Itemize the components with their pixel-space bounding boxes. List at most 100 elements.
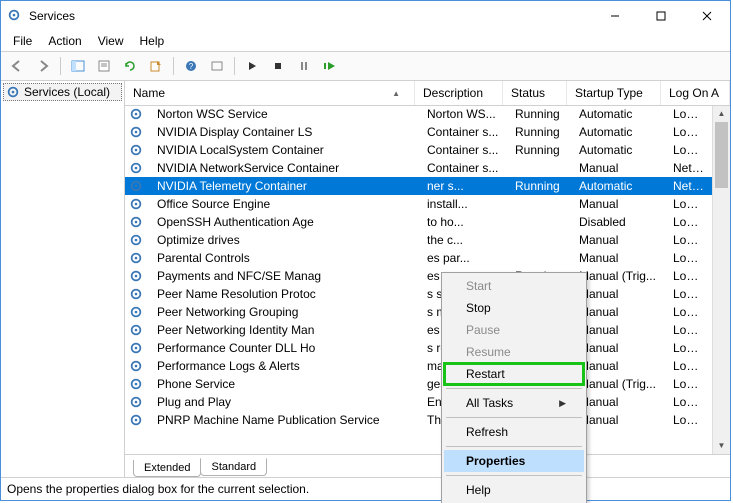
service-row[interactable]: Performance Counter DLL Hos rem...Manual… [125,339,712,357]
service-row[interactable]: NVIDIA Display Container LSContainer s..… [125,123,712,141]
cell-name: Payments and NFC/SE Manag [149,269,419,283]
minimize-button[interactable] [592,1,638,31]
service-row[interactable]: OpenSSH Authentication Ageto ho...Disabl… [125,213,712,231]
cell-name: Peer Networking Grouping [149,305,419,319]
cell-name: Performance Counter DLL Ho [149,341,419,355]
gear-icon [125,323,149,337]
cell-status: Running [507,125,571,139]
gear-icon [125,215,149,229]
export-icon[interactable] [144,54,168,78]
maximize-button[interactable] [638,1,684,31]
cell-logon: Local Ser [665,269,712,283]
cell-name: Parental Controls [149,251,419,265]
service-row[interactable]: Norton WSC ServiceNorton WS...RunningAut… [125,105,712,123]
col-status[interactable]: Status [503,81,567,105]
ctx-separator [446,446,582,447]
scroll-thumb[interactable] [715,122,728,188]
columns-header: Name▲ Description Status Startup Type Lo… [125,81,730,106]
gear-icon [125,161,149,175]
ctx-start[interactable]: Start [444,275,584,297]
ctx-pause[interactable]: Pause [444,319,584,341]
close-button[interactable] [684,1,730,31]
detail-pane-icon[interactable] [66,54,90,78]
menu-help[interactable]: Help [132,32,173,50]
ctx-stop[interactable]: Stop [444,297,584,319]
ctx-all-tasks[interactable]: All Tasks▶ [444,392,584,414]
ctx-resume[interactable]: Resume [444,341,584,363]
service-row[interactable]: NVIDIA Telemetry Containerner s...Runnin… [125,177,712,195]
tree-root-services-local[interactable]: Services (Local) [3,83,122,101]
service-row[interactable]: Peer Networking Identity Manes ide...Man… [125,321,712,339]
col-description[interactable]: Description [415,81,503,105]
gear-icon [125,377,149,391]
menu-file[interactable]: File [5,32,40,50]
gear-icon [125,251,149,265]
cell-logon: Local Sys [665,197,712,211]
scroll-track[interactable] [713,122,730,437]
col-name[interactable]: Name▲ [125,81,415,105]
cell-startup: Manual [571,251,665,265]
ctx-restart[interactable]: Restart [444,363,584,385]
scroll-down-icon[interactable]: ▼ [713,437,730,454]
service-row[interactable]: Office Source Engineinstall...ManualLoca… [125,195,712,213]
service-row[interactable]: Optimize drivesthe c...ManualLocal Sys [125,231,712,249]
scroll-up-icon[interactable]: ▲ [713,105,730,122]
cell-description: to ho... [419,215,507,229]
help-icon[interactable]: ? [179,54,203,78]
properties-icon[interactable] [92,54,116,78]
service-row[interactable]: Performance Logs & Alertsmanc...ManualLo… [125,357,712,375]
service-row[interactable]: PNRP Machine Name Publication ServiceThi… [125,411,712,429]
ctx-refresh[interactable]: Refresh [444,421,584,443]
gear-icon [125,359,149,373]
gear-icon [125,305,149,319]
menu-action[interactable]: Action [40,32,89,50]
menubar: File Action View Help [1,31,730,52]
cell-name: NVIDIA NetworkService Container [149,161,419,175]
service-row[interactable]: Plug and PlayEnables a co...RunningManua… [125,393,712,411]
cell-name: NVIDIA Telemetry Container [149,179,419,193]
service-row[interactable]: Phone Serviceges th...Manual (Trig...Loc… [125,375,712,393]
sort-asc-icon: ▲ [392,89,406,98]
cell-startup: Disabled [571,215,665,229]
cell-name: NVIDIA LocalSystem Container [149,143,419,157]
service-row[interactable]: Parental Controlses par...ManualLocal Sy… [125,249,712,267]
col-logon[interactable]: Log On A [661,81,730,105]
service-row[interactable]: NVIDIA NetworkService ContainerContainer… [125,159,712,177]
ctx-separator [446,388,582,389]
menu-view[interactable]: View [90,32,132,50]
titlebar: Services [1,1,730,31]
gear-icon [125,197,149,211]
service-row[interactable]: NVIDIA LocalSystem ContainerContainer s.… [125,141,712,159]
col-startup[interactable]: Startup Type [567,81,661,105]
service-row[interactable]: Peer Name Resolution Protocs serv...Manu… [125,285,712,303]
svg-text:?: ? [189,62,194,71]
service-row[interactable]: Payments and NFC/SE Manages pa...Running… [125,267,712,285]
refresh-icon[interactable] [118,54,142,78]
gear-icon [6,85,20,99]
toolbar: ? [1,52,730,81]
cell-name: Phone Service [149,377,419,391]
tab-standard[interactable]: Standard [200,458,267,476]
cell-description: Container s... [419,161,507,175]
tab-extended[interactable]: Extended [133,460,201,477]
link-icon[interactable] [205,54,229,78]
cell-description: install... [419,197,507,211]
forward-icon[interactable] [31,54,55,78]
vertical-scrollbar[interactable]: ▲ ▼ [712,105,730,454]
ctx-properties[interactable]: Properties [444,450,584,472]
gear-icon [125,269,149,283]
cell-logon: Network [665,179,712,193]
cell-description: Container s... [419,125,507,139]
gear-icon [125,413,149,427]
cell-logon: Local Sys [665,143,712,157]
ctx-help[interactable]: Help [444,479,584,501]
back-icon[interactable] [5,54,29,78]
pause-icon[interactable] [292,54,316,78]
restart-icon[interactable] [318,54,342,78]
service-row[interactable]: Peer Networking Groupings mul...ManualLo… [125,303,712,321]
stop-icon[interactable] [266,54,290,78]
cell-startup: Automatic [571,107,665,121]
services-window: Services File Action View Help ? Service [0,0,731,501]
play-icon[interactable] [240,54,264,78]
cell-logon: Local Ser [665,287,712,301]
